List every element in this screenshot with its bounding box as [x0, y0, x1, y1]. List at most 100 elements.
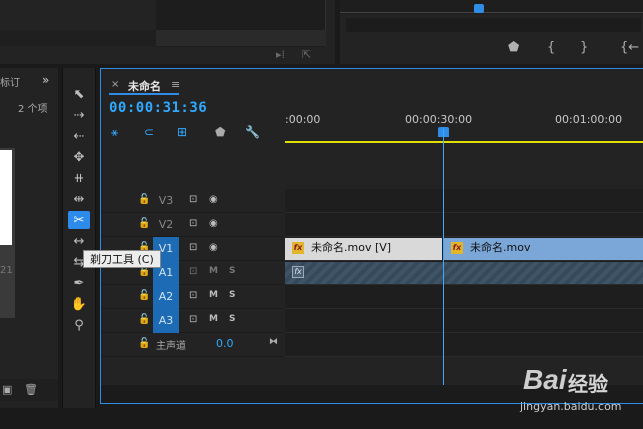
- rolling-edit-tool-icon[interactable]: ⧺: [68, 169, 90, 187]
- track-select-back-tool-icon[interactable]: ⇠: [68, 127, 90, 145]
- solo-button[interactable]: S: [229, 314, 235, 324]
- track-lane-master[interactable]: [285, 333, 643, 357]
- linked-selection-icon[interactable]: ⊂: [144, 125, 154, 139]
- watermark-brand: 经验: [568, 372, 608, 396]
- eye-icon[interactable]: ◉: [209, 194, 218, 205]
- panel-overflow-icon[interactable]: »: [42, 73, 49, 87]
- timeline-panel: × 未命名 ≡ 00:00:31:36 ⚹ ⊂ ⊞ ⬟ 🔧 :00:00 00:…: [100, 68, 643, 404]
- program-scrollbar[interactable]: [346, 18, 641, 32]
- track-lane-a1[interactable]: fx: [285, 261, 643, 285]
- new-item-icon[interactable]: ▣: [2, 383, 12, 396]
- eye-icon[interactable]: ◉: [209, 242, 218, 253]
- time-ruler[interactable]: :00:00 00:00:30:00 00:01:00:00: [285, 99, 643, 144]
- hand-tool-icon[interactable]: ✋: [68, 295, 90, 313]
- ruler-label-0: :00:00: [285, 113, 321, 126]
- mark-in-button[interactable]: {: [547, 40, 555, 55]
- track-row-a1: 🔓 A1 ⊡ M S fx: [101, 261, 643, 285]
- add-marker-icon[interactable]: ⬟: [215, 125, 225, 139]
- video-clip-2[interactable]: fx 未命名.mov: [444, 238, 643, 260]
- work-area-bar[interactable]: [285, 141, 643, 143]
- mark-out-button[interactable]: }: [580, 40, 588, 55]
- playhead-timecode[interactable]: 00:00:31:36: [109, 100, 207, 116]
- track-header: 🔓 主声道 0.0 ⧓: [101, 333, 284, 357]
- track-name-v2[interactable]: V2: [153, 213, 179, 237]
- lock-icon[interactable]: 🔓: [138, 314, 150, 325]
- track-select-tool-icon[interactable]: ⇢: [68, 106, 90, 124]
- razor-tool-icon[interactable]: ✂: [68, 211, 90, 229]
- tab-menu-icon[interactable]: ≡: [171, 78, 180, 91]
- export-frame-icon[interactable]: ⇱: [302, 48, 311, 61]
- watermark-logo: Bai: [523, 364, 567, 396]
- insert-icon[interactable]: ▸⁞: [276, 48, 285, 61]
- eye-icon[interactable]: ◉: [209, 218, 218, 229]
- wrench-icon[interactable]: 🔧: [245, 125, 260, 139]
- project-bottom-bar: ▣ 🗑: [0, 379, 58, 401]
- track-lane-v2[interactable]: [285, 213, 643, 237]
- snap-icon[interactable]: ⚹: [111, 125, 118, 140]
- clip-label: 未命名.mov [V]: [311, 241, 392, 254]
- trash-icon[interactable]: 🗑: [24, 383, 38, 396]
- video-clip-1[interactable]: fx 未命名.mov [V]: [285, 238, 442, 260]
- source-scrollbar[interactable]: [0, 30, 156, 46]
- source-monitor-panel: ▸⁞ ⇱: [0, 0, 335, 64]
- mute-button[interactable]: M: [209, 266, 218, 276]
- track-name-a3[interactable]: A3: [153, 309, 179, 333]
- track-name-a2[interactable]: A2: [153, 285, 179, 309]
- track-area: 🔓 V3 ⊡ ◉ 🔓 V2 ⊡ ◉ 🔓 V1 ⊡ ◉ fx 未命名.mov [V…: [101, 146, 643, 378]
- slip-tool-icon[interactable]: ↔: [68, 232, 90, 250]
- toggle-sync-icon[interactable]: ⊡: [189, 314, 197, 325]
- pen-tool-icon[interactable]: ✒: [68, 274, 90, 292]
- toggle-sync-icon[interactable]: ⊡: [189, 194, 197, 205]
- nest-icon[interactable]: ⊞: [177, 125, 187, 139]
- track-lane-v1[interactable]: fx 未命名.mov [V] fx 未命名.mov: [285, 237, 643, 261]
- project-item-count: 2 个项: [18, 104, 48, 115]
- toggle-sync-icon[interactable]: ⊡: [189, 266, 197, 277]
- project-tab-label[interactable]: 标订: [0, 74, 20, 89]
- track-lane-a3[interactable]: [285, 309, 643, 333]
- program-playhead[interactable]: [474, 4, 484, 13]
- go-to-in-button[interactable]: {←: [620, 40, 639, 55]
- close-tab-icon[interactable]: ×: [111, 79, 119, 90]
- solo-button[interactable]: S: [229, 266, 235, 276]
- razor-tool-tooltip: 剃刀工具 (C): [83, 250, 161, 268]
- audio-clip[interactable]: fx: [285, 262, 643, 284]
- project-thumbnail-image: [0, 150, 12, 245]
- track-row-v1: 🔓 V1 ⊡ ◉ fx 未命名.mov [V] fx 未命名.mov: [101, 237, 643, 261]
- mute-button[interactable]: M: [209, 314, 218, 324]
- track-lane-v3[interactable]: [285, 189, 643, 213]
- selection-tool-icon[interactable]: ⬉: [68, 85, 90, 103]
- track-header: 🔓 V2 ⊡ ◉: [101, 213, 284, 237]
- toggle-sync-icon[interactable]: ⊡: [189, 290, 197, 301]
- ruler-label-30s: 00:00:30:00: [405, 113, 473, 126]
- lock-icon[interactable]: 🔓: [138, 290, 150, 301]
- track-row-v3: 🔓 V3 ⊡ ◉: [101, 189, 643, 213]
- add-marker-icon[interactable]: ⬟: [508, 40, 519, 55]
- project-thumbnail-duration: 21: [0, 265, 13, 276]
- zoom-tool-icon[interactable]: ⚲: [68, 316, 90, 334]
- program-monitor-panel: ⬟ { } {←: [340, 0, 643, 64]
- track-lane-a2[interactable]: [285, 285, 643, 309]
- track-row-a2: 🔓 A2 ⊡ M S: [101, 285, 643, 309]
- track-header: 🔓 V3 ⊡ ◉: [101, 189, 284, 213]
- watermark-url: jingyan.baidu.com: [520, 400, 622, 413]
- source-scrollbar-thumb[interactable]: [156, 30, 326, 46]
- go-to-end-icon[interactable]: ⧓: [269, 337, 278, 347]
- sequence-tab-title[interactable]: 未命名: [128, 78, 161, 94]
- master-volume-value[interactable]: 0.0: [216, 337, 234, 350]
- track-name-v3[interactable]: V3: [153, 189, 179, 213]
- track-row-master: 🔓 主声道 0.0 ⧓: [101, 333, 643, 357]
- toggle-sync-icon[interactable]: ⊡: [189, 218, 197, 229]
- fx-badge-icon: fx: [292, 242, 304, 254]
- project-panel: 标订 » 2 个项 21 ▣ 🗑: [0, 68, 58, 408]
- rate-stretch-tool-icon[interactable]: ⇹: [68, 190, 90, 208]
- solo-button[interactable]: S: [229, 290, 235, 300]
- lock-icon[interactable]: 🔓: [138, 194, 150, 205]
- lock-icon[interactable]: 🔓: [138, 218, 150, 229]
- mute-button[interactable]: M: [209, 290, 218, 300]
- ruler-label-60s: 00:01:00:00: [555, 113, 623, 126]
- lock-icon[interactable]: 🔓: [138, 338, 150, 349]
- tools-panel: ⬉ ⇢ ⇠ ✥ ⧺ ⇹ ✂ ↔ ⇆ ✒ ✋ ⚲: [62, 68, 96, 408]
- playhead-line[interactable]: [443, 129, 444, 386]
- toggle-sync-icon[interactable]: ⊡: [189, 242, 197, 253]
- ripple-edit-tool-icon[interactable]: ✥: [68, 148, 90, 166]
